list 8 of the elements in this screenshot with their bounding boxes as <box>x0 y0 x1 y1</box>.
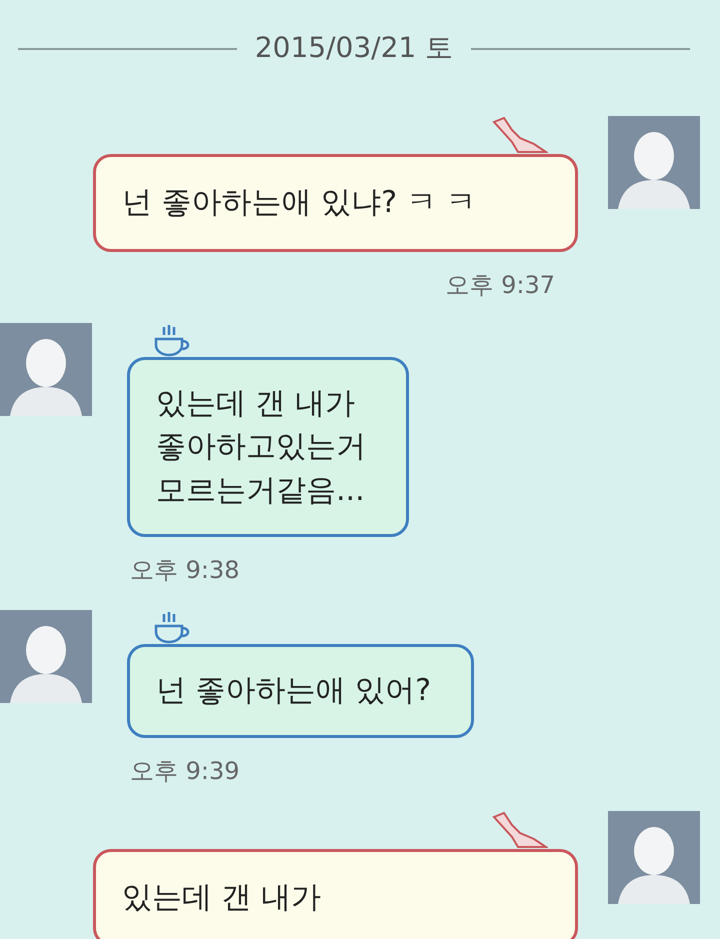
message-bubble: 넌 좋아하는애 있냐? ㅋ ㅋ <box>93 154 578 252</box>
message-bubble: 있는데 갠 내가 <box>93 848 578 939</box>
timestamp: 오후 9:38 <box>130 556 240 584</box>
timestamp: 오후 9:37 <box>445 270 555 298</box>
message-bubble: 넌 좋아하는애 있어? <box>127 644 474 738</box>
message-bubble: 있는데 갠 내가 좋아하고있는거 모르는거같음... <box>127 356 409 537</box>
date-label: 2015/03/21 토 <box>254 30 454 66</box>
timestamp: 오후 9:39 <box>130 756 240 784</box>
